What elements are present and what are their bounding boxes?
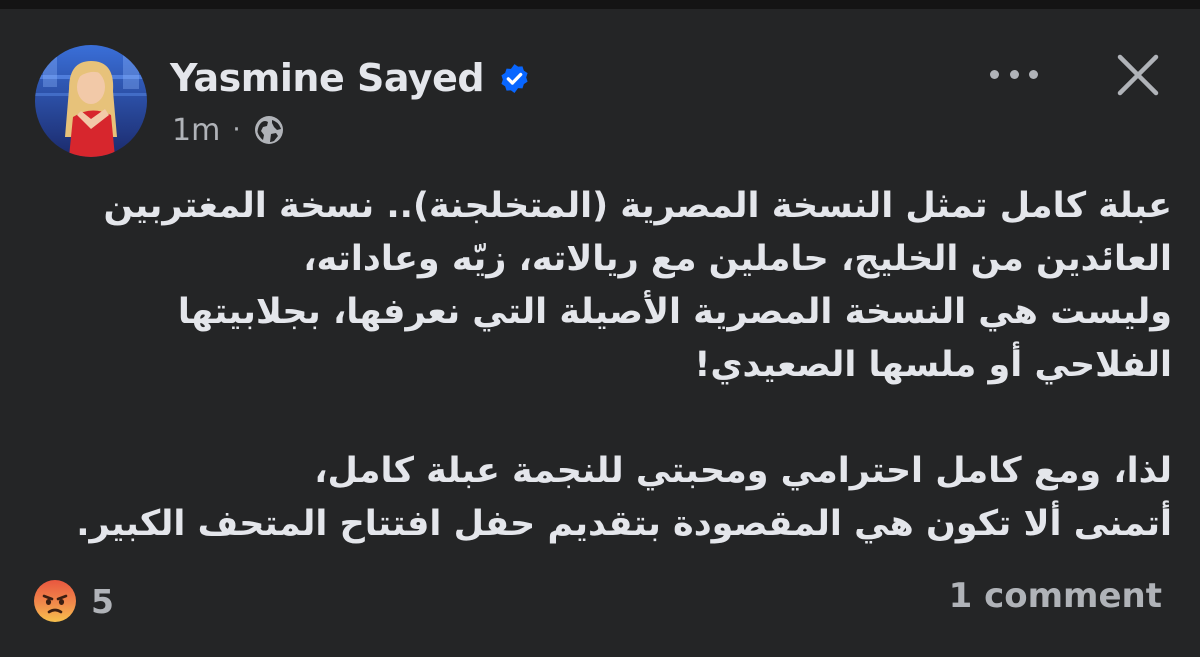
post-body-line: أتمنى ألا تكون هي المقصودة بتقديم حفل اف…: [76, 504, 1172, 544]
close-icon[interactable]: [1115, 52, 1161, 98]
comments-count-link[interactable]: 1 comment: [949, 576, 1162, 616]
more-dot-icon: [1029, 69, 1038, 79]
post-meta: 1m ·: [172, 108, 285, 152]
post-body-line: عبلة كامل تمثل النسخة المصرية (المتخلجنة…: [103, 186, 1172, 226]
verified-badge-icon: [501, 63, 528, 93]
post-body-line: الفلاحي أو ملسها الصعيدي!: [694, 345, 1172, 385]
post-body: عبلة كامل تمثل النسخة المصرية (المتخلجنة…: [32, 180, 1172, 551]
post-timestamp[interactable]: 1m: [172, 113, 220, 148]
more-dot-icon: [990, 69, 999, 79]
globe-icon[interactable]: [253, 114, 285, 146]
angry-reaction-icon: [34, 580, 76, 622]
more-options-button[interactable]: [990, 58, 1038, 90]
top-edge-strip: [0, 0, 1200, 9]
more-dot-icon: [1009, 69, 1019, 79]
avatar-image: [35, 45, 147, 157]
post-body-line: لذا، ومع كامل احترامي ومحبتي للنجمة عبلة…: [314, 451, 1172, 491]
avatar[interactable]: [35, 45, 147, 157]
reaction-count: 5: [91, 581, 114, 621]
meta-separator: ·: [232, 115, 241, 145]
author-row: Yasmine Sayed: [170, 50, 531, 106]
reactions-summary[interactable]: 5: [33, 578, 114, 624]
post-body-line: العائدين من الخليج، حاملين مع ريالاته، ز…: [303, 239, 1172, 279]
author-name[interactable]: Yasmine Sayed: [170, 56, 485, 100]
post-body-line: وليست هي النسخة المصرية الأصيلة التي نعر…: [177, 292, 1172, 332]
